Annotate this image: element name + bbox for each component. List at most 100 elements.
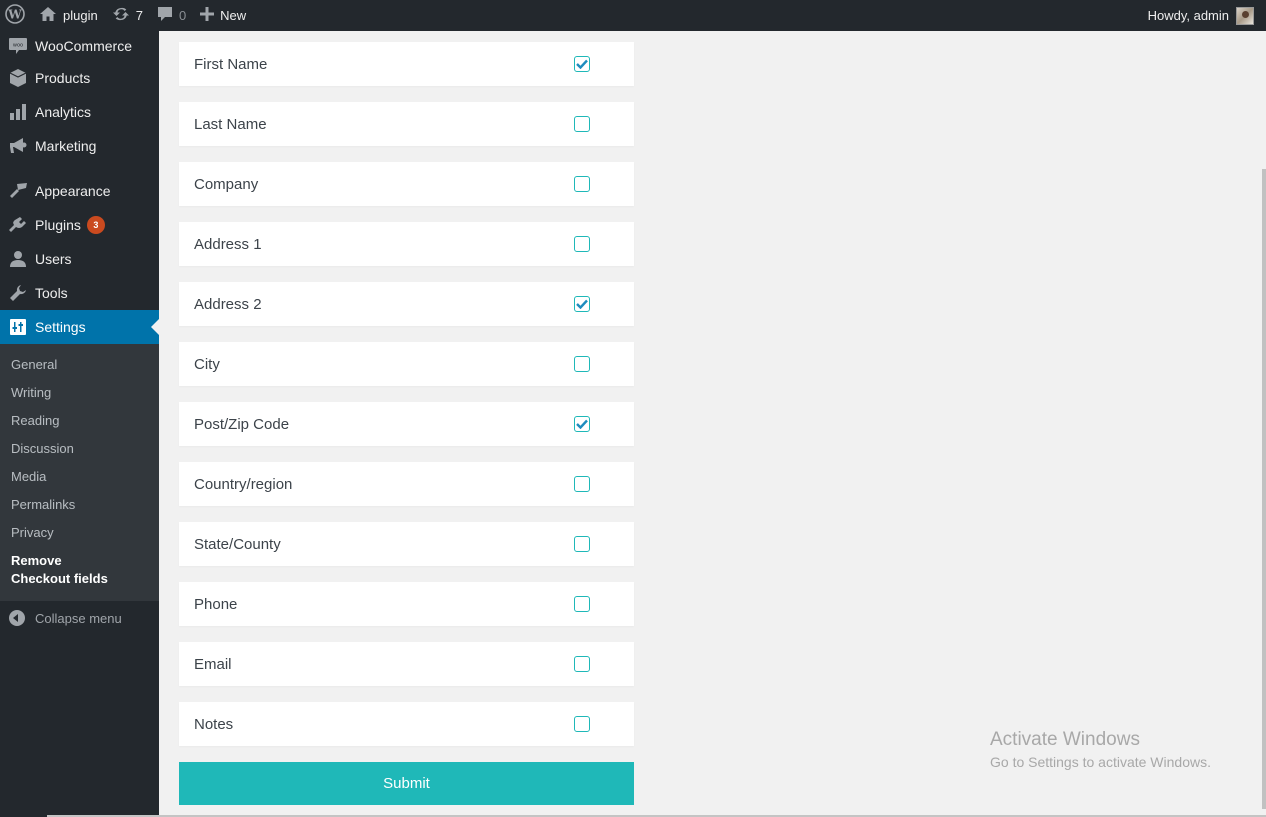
collapse-menu-button[interactable]: Collapse menu: [0, 601, 159, 635]
field-row: Address 1: [179, 222, 634, 266]
field-remove-checkbox[interactable]: [574, 476, 590, 492]
new-content-link[interactable]: New: [193, 0, 253, 31]
sidebar-item-label: Settings: [35, 319, 86, 335]
settings-sliders-icon: [8, 317, 28, 337]
user-icon: [8, 249, 28, 269]
field-remove-checkbox[interactable]: [574, 356, 590, 372]
plugins-update-badge: 3: [86, 216, 105, 234]
sidebar-item-users[interactable]: Users: [0, 242, 159, 276]
updates-link[interactable]: 7: [105, 0, 150, 31]
field-remove-checkbox[interactable]: [574, 536, 590, 552]
field-label: Address 1: [194, 235, 262, 253]
my-account-link[interactable]: Howdy, admin: [1141, 0, 1266, 31]
sidebar-item-products[interactable]: Products: [0, 61, 159, 95]
field-label: State/County: [194, 535, 281, 553]
submit-button[interactable]: Submit: [179, 762, 634, 805]
field-label: Phone: [194, 595, 238, 613]
svg-text:W: W: [7, 8, 22, 22]
field-remove-checkbox[interactable]: [574, 56, 590, 72]
comments-link[interactable]: 0: [150, 0, 193, 31]
sidebar-item-plugins[interactable]: Plugins 3: [0, 208, 159, 242]
products-box-icon: [8, 68, 28, 88]
field-label: First Name: [194, 55, 268, 73]
field-remove-checkbox[interactable]: [574, 416, 590, 432]
field-row: Post/Zip Code: [179, 402, 634, 446]
settings-submenu: General Writing Reading Discussion Media…: [0, 344, 159, 601]
field-label: Company: [194, 175, 259, 193]
submenu-item-privacy[interactable]: Privacy: [0, 519, 159, 547]
comments-count: 0: [178, 8, 187, 23]
plus-icon: [200, 7, 215, 24]
field-label: Address 2: [194, 295, 262, 313]
checkmark-icon: [576, 59, 588, 69]
field-remove-checkbox[interactable]: [574, 716, 590, 732]
site-name-link[interactable]: plugin: [32, 0, 105, 31]
woocommerce-icon: woo: [8, 36, 28, 56]
wrench-icon: [8, 283, 28, 303]
watermark-subtitle: Go to Settings to activate Windows.: [990, 754, 1211, 770]
sidebar-item-label: Appearance: [35, 183, 111, 199]
field-row: Last Name: [179, 102, 634, 146]
checkmark-icon: [576, 419, 588, 429]
greeting: Howdy, admin: [1147, 8, 1229, 23]
activate-windows-watermark: Activate Windows Go to Settings to activ…: [990, 729, 1211, 770]
field-remove-checkbox[interactable]: [574, 656, 590, 672]
field-label: Post/Zip Code: [194, 415, 290, 433]
field-remove-checkbox[interactable]: [574, 236, 590, 252]
watermark-title: Activate Windows: [990, 729, 1140, 750]
checkout-fields-form: First Name Last Name Company Address 1 Addre…: [179, 42, 634, 805]
field-remove-checkbox[interactable]: [574, 596, 590, 612]
field-label: City: [194, 355, 220, 373]
sidebar-item-label: Tools: [35, 285, 68, 301]
paintbrush-icon: [8, 181, 28, 201]
submenu-item-permalinks[interactable]: Permalinks: [0, 491, 159, 519]
admin-bar: W plugin 7 0 New Howdy, admin: [0, 0, 1266, 31]
updates-count: 7: [135, 8, 143, 23]
sidebar-item-tools[interactable]: Tools: [0, 276, 159, 310]
submenu-item-remove-checkout-fields[interactable]: Remove Checkout fields: [0, 547, 130, 593]
field-row: Email: [179, 642, 634, 686]
field-row: Company: [179, 162, 634, 206]
sidebar-item-label: Users: [35, 251, 72, 267]
sidebar-item-marketing[interactable]: Marketing: [0, 129, 159, 163]
field-label: Notes: [194, 715, 234, 733]
sidebar-item-appearance[interactable]: Appearance: [0, 174, 159, 208]
field-remove-checkbox[interactable]: [574, 296, 590, 312]
admin-sidebar: woo WooCommerce Products Analytics Marke…: [0, 31, 159, 817]
submenu-item-writing[interactable]: Writing: [0, 379, 159, 407]
checkmark-icon: [576, 299, 588, 309]
wordpress-logo-button[interactable]: W: [0, 0, 32, 31]
field-row: City: [179, 342, 634, 386]
sidebar-item-label: Plugins: [35, 217, 81, 233]
svg-text:woo: woo: [13, 43, 23, 49]
sidebar-item-analytics[interactable]: Analytics: [0, 95, 159, 129]
field-remove-checkbox[interactable]: [574, 176, 590, 192]
menu-separator: [0, 163, 159, 174]
field-label: Email: [194, 655, 232, 673]
sidebar-item-label: Products: [35, 70, 91, 86]
sidebar-item-label: WooCommerce: [35, 38, 132, 54]
submenu-item-general[interactable]: General: [0, 351, 159, 379]
bar-chart-icon: [8, 102, 28, 122]
field-row: Phone: [179, 582, 634, 626]
collapse-menu-label: Collapse menu: [35, 610, 122, 626]
field-label: Country/region: [194, 475, 293, 493]
megaphone-icon: [8, 136, 28, 156]
field-row: Notes: [179, 702, 634, 746]
scrollbar-thumb[interactable]: [1262, 169, 1266, 809]
field-remove-checkbox[interactable]: [574, 116, 590, 132]
submenu-item-reading[interactable]: Reading: [0, 407, 159, 435]
updates-refresh-icon: [112, 6, 130, 25]
submenu-item-discussion[interactable]: Discussion: [0, 435, 159, 463]
sidebar-item-settings[interactable]: Settings: [0, 310, 159, 344]
wordpress-logo-icon: W: [5, 4, 25, 27]
field-row: Country/region: [179, 462, 634, 506]
submenu-item-media[interactable]: Media: [0, 463, 159, 491]
new-label: New: [220, 8, 247, 23]
site-name: plugin: [63, 8, 98, 23]
sidebar-item-woocommerce[interactable]: woo WooCommerce: [0, 31, 159, 61]
collapse-arrow-icon: [9, 610, 25, 626]
sidebar-item-label: Marketing: [35, 138, 97, 154]
field-label: Last Name: [194, 115, 267, 133]
page-scrollbar[interactable]: [1262, 31, 1266, 817]
